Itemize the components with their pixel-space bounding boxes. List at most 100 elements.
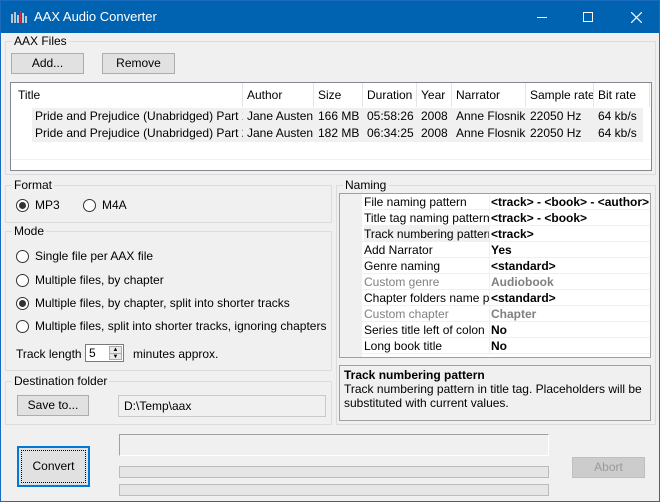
- property-row[interactable]: Long book title No: [362, 338, 650, 354]
- cell-year: 2008: [421, 126, 448, 140]
- property-name: Series title left of colon: [364, 322, 490, 338]
- cell-sample-rate: 22050 Hz: [530, 126, 582, 140]
- format-m4a-label: M4A: [102, 198, 127, 212]
- cell-narrator: Anne Flosnik: [456, 109, 526, 123]
- property-value[interactable]: Chapter: [491, 306, 536, 322]
- grid-line: [11, 159, 651, 160]
- mode-split-ignore-chapters-radio[interactable]: Multiple files, split into shorter track…: [16, 319, 326, 333]
- format-m4a-radio[interactable]: M4A: [83, 198, 127, 212]
- format-label: Format: [12, 178, 55, 192]
- convert-button[interactable]: Convert: [17, 446, 90, 487]
- table-row[interactable]: Pride and Prejudice (Unabridged) Part 1 …: [11, 108, 651, 125]
- property-value[interactable]: No: [491, 322, 507, 338]
- column-header-author[interactable]: Author: [243, 83, 314, 107]
- close-button[interactable]: [613, 1, 659, 33]
- property-value[interactable]: <track> - <book>: [491, 210, 587, 226]
- column-header-year[interactable]: Year: [417, 83, 452, 107]
- property-name: File naming pattern: [364, 194, 490, 210]
- property-row[interactable]: Custom genre Audiobook: [362, 274, 650, 290]
- column-header-duration[interactable]: Duration: [363, 83, 417, 107]
- app-window: AAX Audio Converter AAX Files Add... Rem…: [0, 0, 660, 502]
- property-value[interactable]: Yes: [491, 242, 512, 258]
- progress-bar-1: [119, 466, 549, 478]
- naming-label: Naming: [343, 178, 389, 192]
- property-name: Long book title: [364, 338, 490, 354]
- property-help-box: Track numbering pattern Track numbering …: [339, 365, 651, 421]
- column-header-sample-rate[interactable]: Sample rate: [526, 83, 594, 107]
- column-header-title[interactable]: Title: [14, 83, 243, 107]
- property-name: Custom chapter: [364, 306, 490, 322]
- property-row[interactable]: Genre naming <standard>: [362, 258, 650, 274]
- cell-duration: 06:34:25: [367, 126, 414, 140]
- destination-path-field[interactable]: D:\Temp\aax: [118, 395, 326, 417]
- minimize-button[interactable]: [519, 1, 565, 33]
- maximize-icon: [583, 12, 593, 22]
- property-name: Track numbering pattern: [364, 226, 490, 242]
- maximize-button[interactable]: [565, 1, 611, 33]
- property-row[interactable]: Title tag naming pattern <track> - <book>: [362, 210, 650, 226]
- remove-button[interactable]: Remove: [102, 53, 175, 74]
- column-header-size[interactable]: Size: [314, 83, 363, 107]
- radio-unselected-icon: [83, 198, 96, 212]
- spin-down-icon[interactable]: ▼: [110, 354, 121, 360]
- column-header-bit-rate[interactable]: Bit rate: [594, 83, 650, 107]
- cell-author: Jane Austen: [247, 109, 314, 123]
- mode-label: Mode: [12, 224, 47, 238]
- table-row[interactable]: Pride and Prejudice (Unabridged) Part 2 …: [11, 125, 651, 142]
- mode-by-chapter-split-radio[interactable]: Multiple files, by chapter, split into s…: [16, 296, 290, 310]
- track-length-stepper[interactable]: 5 ▲ ▼: [85, 344, 124, 362]
- property-value[interactable]: <track> - <book> - <author>: [491, 194, 649, 210]
- add-button[interactable]: Add...: [11, 53, 84, 74]
- aax-files-list[interactable]: Title Author Size Duration Year Narrator…: [10, 82, 652, 171]
- radio-unselected-icon: [16, 319, 29, 333]
- property-value[interactable]: <standard>: [491, 290, 556, 306]
- property-value[interactable]: <standard>: [491, 258, 556, 274]
- format-mp3-radio[interactable]: MP3: [16, 198, 60, 212]
- cell-bit-rate: 64 kb/s: [598, 109, 637, 123]
- property-row[interactable]: Series title left of colon No: [362, 322, 650, 338]
- naming-property-grid[interactable]: File naming pattern <track> - <book> - <a…: [339, 193, 651, 358]
- property-row[interactable]: Track numbering pattern <track>: [362, 226, 650, 242]
- cell-duration: 05:58:26: [367, 109, 414, 123]
- property-row[interactable]: File naming pattern <track> - <book> - <a…: [362, 194, 650, 210]
- property-row[interactable]: Add Narrator Yes: [362, 242, 650, 258]
- status-text-field: [119, 434, 549, 456]
- property-value[interactable]: No: [491, 338, 507, 354]
- property-row[interactable]: Custom chapter Chapter: [362, 306, 650, 322]
- mode-option-label: Multiple files, by chapter, split into s…: [35, 296, 290, 310]
- save-to-button[interactable]: Save to...: [17, 395, 89, 416]
- radio-selected-icon: [16, 296, 29, 310]
- property-grid-margin: [340, 194, 362, 357]
- list-header: Title Author Size Duration Year Narrator…: [11, 83, 651, 107]
- cell-size: 182 MB: [318, 126, 360, 140]
- mode-option-label: Multiple files, split into shorter track…: [35, 319, 327, 333]
- property-name: Custom genre: [364, 274, 490, 290]
- format-mp3-label: MP3: [35, 198, 60, 212]
- app-logo-icon: [11, 11, 27, 23]
- help-title: Track numbering pattern: [344, 368, 485, 382]
- track-length-value: 5: [89, 346, 96, 360]
- column-header-narrator[interactable]: Narrator: [452, 83, 526, 107]
- cell-narrator: Anne Flosnik: [456, 126, 526, 140]
- mode-option-label: Single file per AAX file: [35, 249, 154, 263]
- title-bar[interactable]: AAX Audio Converter: [1, 1, 659, 33]
- cell-title: Pride and Prejudice (Unabridged) Part 1: [35, 109, 243, 123]
- window-title: AAX Audio Converter: [34, 9, 157, 24]
- mode-single-file-radio[interactable]: Single file per AAX file: [16, 249, 153, 263]
- progress-bar-2: [119, 484, 549, 496]
- destination-label: Destination folder: [12, 374, 110, 388]
- property-name: Chapter folders name prefi: [364, 290, 490, 306]
- property-value[interactable]: Audiobook: [491, 274, 554, 290]
- spin-arrows[interactable]: ▲ ▼: [109, 346, 122, 360]
- mode-option-label: Multiple files, by chapter: [35, 273, 164, 287]
- property-name: Add Narrator: [364, 242, 490, 258]
- mode-by-chapter-radio[interactable]: Multiple files, by chapter: [16, 273, 164, 287]
- cell-bit-rate: 64 kb/s: [598, 126, 637, 140]
- minimize-icon: [537, 16, 547, 18]
- radio-unselected-icon: [16, 249, 29, 263]
- property-value[interactable]: <track>: [491, 226, 534, 242]
- property-row[interactable]: Chapter folders name prefi<standard>: [362, 290, 650, 306]
- cell-year: 2008: [421, 109, 448, 123]
- track-length-suffix: minutes approx.: [133, 347, 219, 361]
- abort-button[interactable]: Abort: [572, 457, 645, 478]
